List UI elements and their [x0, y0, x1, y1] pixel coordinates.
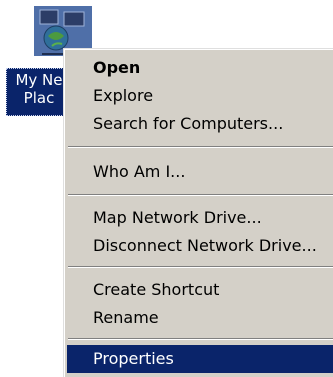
menu-separator	[68, 266, 333, 268]
menu-item-explore[interactable]: Explore	[67, 82, 333, 110]
menu-item-search-for-computers[interactable]: Search for Computers...	[67, 110, 333, 138]
context-menu: Open Explore Search for Computers... Who…	[63, 48, 333, 377]
desktop: My Ne Plac Open Explore Search for Compu…	[0, 0, 333, 377]
menu-item-rename[interactable]: Rename	[67, 304, 333, 332]
menu-item-create-shortcut[interactable]: Create Shortcut	[67, 276, 333, 304]
menu-item-open[interactable]: Open	[67, 54, 333, 82]
menu-item-map-network-drive[interactable]: Map Network Drive...	[67, 204, 333, 232]
menu-item-who-am-i[interactable]: Who Am I...	[67, 158, 333, 186]
menu-item-disconnect-network-drive[interactable]: Disconnect Network Drive...	[67, 232, 333, 260]
menu-item-properties[interactable]: Properties	[67, 345, 333, 373]
menu-separator	[68, 338, 333, 340]
menu-separator	[68, 194, 333, 196]
menu-separator	[68, 146, 333, 148]
